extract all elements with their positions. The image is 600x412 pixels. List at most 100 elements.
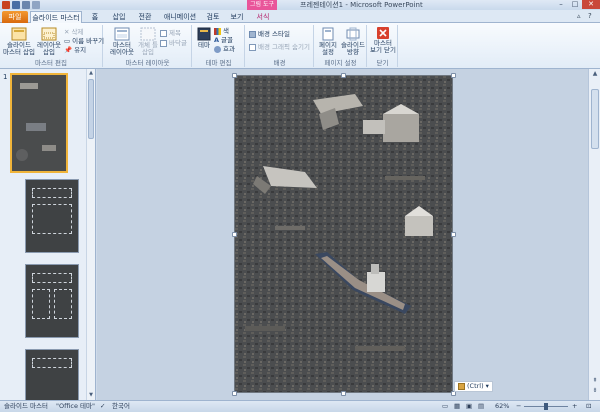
- tab-format[interactable]: 서식: [252, 11, 274, 23]
- resize-handle-right[interactable]: [451, 232, 456, 237]
- status-view-name: 슬라이드 마스터: [4, 402, 48, 410]
- tab-animations[interactable]: 애니메이션: [160, 11, 200, 23]
- tab-review[interactable]: 검토: [202, 11, 224, 23]
- thumbnail-pane-scrollbar[interactable]: ▲ ▼: [86, 69, 95, 400]
- master-layout-button[interactable]: 마스터 레이아웃: [108, 27, 136, 56]
- zoom-out-icon[interactable]: −: [516, 401, 521, 412]
- window-title: 프레젠테이션1 - Microsoft PowerPoint: [300, 1, 423, 9]
- font-icon: A: [214, 36, 220, 44]
- theme-icon: [197, 27, 211, 41]
- slide-sorter-icon[interactable]: ▦: [454, 401, 460, 412]
- pin-icon: 📌: [64, 46, 73, 54]
- resize-handle-bottom[interactable]: [341, 391, 346, 396]
- canvas-vertical-scrollbar[interactable]: ▲ ⇞ ⇟: [588, 69, 600, 400]
- resize-handle-top[interactable]: [341, 73, 346, 78]
- group-label-close: 닫기: [376, 59, 389, 67]
- spellcheck-icon[interactable]: ✓: [100, 401, 105, 412]
- footer-checkbox[interactable]: 바닥글: [160, 39, 187, 47]
- status-language[interactable]: 한국어: [112, 401, 130, 412]
- paste-options-button[interactable]: (Ctrl) ▾: [454, 381, 493, 392]
- title-checkbox[interactable]: 제목: [160, 29, 181, 37]
- background-styles-dropdown[interactable]: 배경 스타일: [249, 30, 290, 38]
- delete-icon: ✕: [64, 28, 70, 36]
- tab-insert[interactable]: 삽입: [108, 11, 130, 23]
- app-logo-icon[interactable]: [2, 1, 10, 9]
- ribbon-minimize-icon[interactable]: ▵: [577, 12, 585, 20]
- insert-slide-master-button[interactable]: 슬라이드 마스터 삽입: [2, 27, 36, 56]
- insert-placeholder-button[interactable]: 개체 틀 삽입: [136, 27, 160, 56]
- slide-thumbnail-pane[interactable]: 1 ▲ ▼: [0, 69, 96, 412]
- ribbon-tabs: 파일 슬라이드 마스터 홈 삽입 전환 애니메이션 검토 보기 서식 ▵ ?: [0, 10, 600, 24]
- checkbox-icon: [249, 43, 256, 51]
- resize-handle-left[interactable]: [232, 232, 237, 237]
- maximize-button[interactable]: □: [568, 0, 582, 9]
- zoom-slider-knob[interactable]: [544, 403, 548, 410]
- slide-master-thumbnail[interactable]: [10, 73, 68, 173]
- background-styles-icon: [249, 30, 256, 38]
- layout-thumbnail[interactable]: [25, 264, 79, 338]
- next-slide-icon[interactable]: ⇟: [591, 387, 599, 394]
- slide-orientation-button[interactable]: 슬라이드 방향: [340, 27, 366, 56]
- placeholder-outline: [32, 204, 72, 234]
- group-master-edit: 슬라이드 마스터 삽입 레이아웃 삽입 ✕ 삭제 ▭ 이름 바꾸기 📌 유지 마스터 …: [0, 25, 104, 67]
- undo-icon[interactable]: [22, 1, 30, 9]
- scroll-up-icon[interactable]: ▲: [88, 70, 94, 77]
- orientation-icon: [346, 27, 360, 41]
- disaster-photo-thumbnail: [12, 75, 66, 171]
- reading-view-icon[interactable]: ▣: [466, 401, 472, 412]
- placeholder-outline: [32, 289, 50, 319]
- rename-button[interactable]: ▭ 이름 바꾸기: [64, 37, 104, 45]
- group-label-page-setup: 페이지 설정: [324, 59, 357, 67]
- zoom-level[interactable]: 62%: [495, 401, 509, 412]
- zoom-slider[interactable]: [524, 403, 568, 410]
- group-label-theme-edit: 테마 편집: [205, 59, 232, 67]
- help-icon[interactable]: ?: [588, 12, 596, 20]
- redo-icon[interactable]: [32, 1, 40, 9]
- fonts-dropdown[interactable]: A 글꼴: [214, 36, 233, 44]
- picture-tools-context-group: 그림 도구: [247, 0, 277, 10]
- tab-view[interactable]: 보기: [226, 11, 248, 23]
- scroll-down-icon[interactable]: ▼: [88, 392, 94, 399]
- scrollbar-thumb[interactable]: [88, 79, 94, 139]
- placeholder-outline: [32, 188, 72, 198]
- zoom-in-icon[interactable]: +: [572, 401, 577, 412]
- slideshow-icon[interactable]: ▤: [478, 401, 484, 412]
- theme-button[interactable]: 테마: [195, 27, 213, 49]
- checkbox-icon: [160, 29, 167, 37]
- tab-file[interactable]: 파일: [2, 11, 28, 23]
- resize-handle-top-right[interactable]: [451, 73, 456, 78]
- group-master-layout: 마스터 레이아웃 개체 틀 삽입 제목 바닥글 마스터 레이아웃: [104, 25, 192, 67]
- resize-handle-bottom-left[interactable]: [232, 391, 237, 396]
- insert-layout-button[interactable]: 레이아웃 삽입: [36, 27, 62, 56]
- page-setup-icon: [322, 27, 334, 41]
- checkbox-icon: [160, 39, 167, 47]
- preserve-button[interactable]: 📌 유지: [64, 46, 86, 54]
- delete-button[interactable]: ✕ 삭제: [64, 28, 83, 36]
- prev-slide-icon[interactable]: ⇞: [591, 377, 599, 384]
- tab-home[interactable]: 홈: [86, 11, 104, 23]
- close-window-button[interactable]: ✕: [582, 0, 600, 9]
- effects-icon: [214, 45, 221, 53]
- fit-to-window-icon[interactable]: ⊡: [586, 401, 591, 412]
- tab-transitions[interactable]: 전환: [134, 11, 156, 23]
- hide-background-graphics-checkbox[interactable]: 배경 그래픽 숨기기: [249, 43, 310, 51]
- group-background: 배경 스타일 배경 그래픽 숨기기 배경: [246, 25, 314, 67]
- save-icon[interactable]: [12, 1, 20, 9]
- minimize-button[interactable]: –: [554, 0, 568, 9]
- scrollbar-thumb[interactable]: [591, 89, 599, 149]
- close-master-icon: [377, 27, 389, 39]
- close-master-view-button[interactable]: 마스터 보기 닫기: [369, 27, 397, 54]
- group-label-master-layout: 마스터 레이아웃: [125, 59, 170, 67]
- slide-master-canvas[interactable]: [234, 75, 453, 393]
- slide-editing-canvas[interactable]: (Ctrl) ▾: [97, 69, 588, 400]
- slide-master-icon: [11, 27, 27, 41]
- normal-view-icon[interactable]: ▭: [442, 401, 448, 412]
- page-setup-button[interactable]: 페이지 설정: [317, 27, 339, 56]
- scroll-up-icon[interactable]: ▲: [591, 70, 599, 77]
- effects-dropdown[interactable]: 효과: [214, 45, 235, 53]
- status-theme-name[interactable]: "Office 테마": [56, 401, 95, 412]
- colors-dropdown[interactable]: 색: [214, 27, 229, 35]
- resize-handle-top-left[interactable]: [232, 73, 237, 78]
- disaster-aerial-photo[interactable]: [235, 76, 453, 393]
- layout-thumbnail[interactable]: [25, 179, 79, 253]
